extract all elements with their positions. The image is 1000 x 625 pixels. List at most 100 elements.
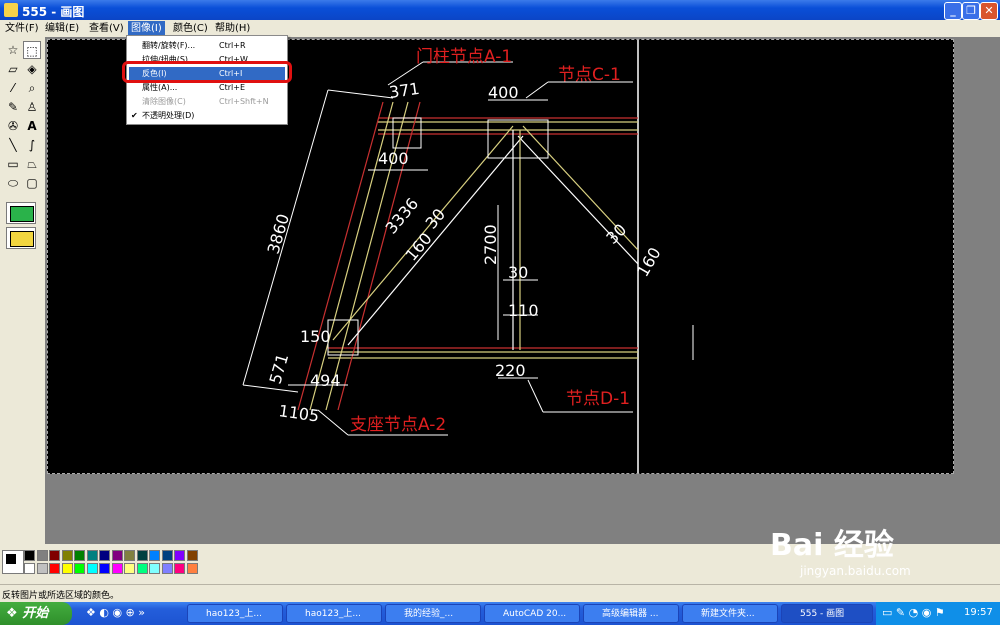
color-swatch[interactable]	[111, 563, 123, 574]
dim-text: 220	[495, 361, 526, 380]
color-swatch[interactable]	[186, 550, 198, 561]
dim-text: 571	[266, 352, 293, 387]
opaque-option-icon[interactable]	[6, 202, 36, 224]
airbrush-icon[interactable]: ✇	[4, 117, 22, 135]
color-swatch[interactable]	[74, 550, 85, 561]
dim-text: 1105	[277, 401, 320, 425]
color-swatch[interactable]	[124, 563, 135, 574]
text-tool-icon[interactable]: A	[23, 117, 41, 135]
color-swatch[interactable]	[149, 550, 160, 561]
color-swatch[interactable]	[136, 550, 148, 561]
eraser-icon[interactable]: ▱	[4, 60, 22, 78]
close-button[interactable]: ✕	[980, 2, 998, 20]
dim-text: 2700	[481, 224, 500, 265]
color-swatch[interactable]	[186, 563, 198, 574]
minimize-button[interactable]: _	[944, 2, 962, 20]
quick-launch-icons[interactable]: ❖ ◐ ◉ ⊕ »	[86, 606, 145, 619]
dim-text: 400	[488, 83, 519, 102]
menu-image[interactable]: 图像(I)	[128, 21, 165, 36]
current-colors-box[interactable]	[2, 550, 24, 574]
rectangle-icon[interactable]: ▭	[4, 155, 22, 173]
line-icon[interactable]: ╲	[4, 136, 22, 154]
menu-color[interactable]: 颜色(C)	[170, 21, 211, 36]
polygon-icon[interactable]: ⏢	[23, 155, 41, 173]
free-select-icon[interactable]: ☆	[4, 41, 22, 59]
color-swatch[interactable]	[24, 563, 35, 574]
color-swatch[interactable]	[174, 563, 185, 574]
label-node-a2: 支座节点A-2	[350, 415, 446, 435]
menu-edit[interactable]: 编辑(E)	[42, 21, 82, 36]
system-tray: ▭ ✎ ◔ ◉ ⚑ 19:57	[876, 602, 1000, 625]
taskbar-item[interactable]: hao123_上...	[187, 604, 283, 623]
dim-text: 494	[310, 371, 341, 390]
color-swatch[interactable]	[49, 563, 60, 574]
rect-select-icon[interactable]: ⬚	[23, 41, 41, 59]
color-swatch[interactable]	[86, 563, 98, 574]
color-swatch[interactable]	[61, 563, 73, 574]
color-swatch[interactable]	[99, 563, 110, 574]
color-picker-icon[interactable]: ⁄	[4, 79, 22, 97]
label-node-a1: 门柱节点A-1	[416, 47, 512, 67]
menu-item-flip-rotate[interactable]: 翻转/旋转(F)... Ctrl+R	[129, 39, 285, 52]
watermark-url: jingyan.baidu.com	[800, 564, 911, 578]
start-button[interactable]: ❖ 开始	[0, 602, 72, 625]
taskbar-item[interactable]: 新建文件夹...	[682, 604, 778, 623]
taskbar-item[interactable]: AutoCAD 20...	[484, 604, 580, 623]
color-swatch[interactable]	[136, 563, 148, 574]
fill-icon[interactable]: ◈	[23, 60, 41, 78]
foreground-color	[5, 553, 17, 565]
dim-text: 3336	[382, 194, 423, 237]
transparent-option-icon[interactable]	[6, 227, 36, 249]
dim-text: 30	[602, 220, 630, 248]
baidu-watermark: Bai 经验 jingyan.baidu.com	[770, 512, 980, 592]
color-swatch[interactable]	[24, 550, 35, 561]
label-node-d1: 节点D-1	[566, 389, 630, 409]
magnifier-icon[interactable]: ⌕	[23, 79, 41, 97]
watermark-brand: Bai 经验	[770, 528, 894, 563]
status-text: 反转图片或所选区域的颜色。	[2, 591, 120, 601]
color-swatch[interactable]	[61, 550, 73, 561]
taskbar-item-active[interactable]: 555 - 画图	[781, 604, 873, 623]
maximize-button[interactable]: ❐	[962, 2, 980, 20]
dim-text: 110	[508, 301, 539, 320]
dim-text: 150	[300, 327, 331, 346]
color-swatch[interactable]	[161, 563, 173, 574]
color-swatch[interactable]	[99, 550, 110, 561]
color-swatch[interactable]	[111, 550, 123, 561]
dim-text: 3860	[264, 212, 293, 256]
color-swatch[interactable]	[36, 563, 48, 574]
taskbar-item[interactable]: 我的经验_...	[385, 604, 481, 623]
menu-item-clear-image[interactable]: 清除图像(C) Ctrl+Shft+N	[129, 95, 285, 108]
color-swatch[interactable]	[124, 550, 135, 561]
menu-view[interactable]: 查看(V)	[86, 21, 127, 36]
color-swatch[interactable]	[174, 550, 185, 561]
taskbar-item[interactable]: 高级编辑器 ...	[583, 604, 679, 623]
paint-app-icon[interactable]	[4, 3, 18, 17]
clock: 19:57	[964, 607, 993, 618]
tray-icons[interactable]: ▭ ✎ ◔ ◉ ⚑	[882, 606, 945, 619]
brush-icon[interactable]: ♙	[23, 98, 41, 116]
curve-icon[interactable]: ∫	[23, 136, 41, 154]
color-swatch[interactable]	[49, 550, 60, 561]
rounded-rect-icon[interactable]: ▢	[23, 174, 41, 192]
tool-box: ☆ ⬚ ▱ ◈ ⁄ ⌕ ✎ ♙ ✇ A ╲ ∫ ▭ ⏢ ⬭ ▢	[0, 37, 46, 544]
dim-text: 371	[388, 79, 421, 102]
color-swatch[interactable]	[36, 550, 48, 561]
menu-help[interactable]: 帮助(H)	[212, 21, 253, 36]
ellipse-icon[interactable]: ⬭	[4, 174, 22, 192]
color-swatch[interactable]	[149, 563, 160, 574]
window-title: 555 - 画图	[22, 5, 85, 19]
menu-file[interactable]: 文件(F)	[2, 21, 42, 36]
color-swatch[interactable]	[86, 550, 98, 561]
taskbar-item[interactable]: hao123_上...	[286, 604, 382, 623]
highlight-annotation	[122, 61, 292, 83]
pencil-icon[interactable]: ✎	[4, 98, 22, 116]
color-swatch[interactable]	[161, 550, 173, 561]
menu-item-draw-opaque[interactable]: ✔ 不透明处理(D)	[129, 109, 285, 122]
checkmark-icon: ✔	[131, 111, 138, 120]
taskbar: ❖ 开始 ❖ ◐ ◉ ⊕ » hao123_上... hao123_上... 我…	[0, 602, 1000, 625]
windows-logo-icon: ❖	[6, 606, 18, 621]
color-swatch[interactable]	[74, 563, 85, 574]
dim-text: 30	[508, 263, 528, 282]
dim-text: 400	[378, 149, 409, 168]
